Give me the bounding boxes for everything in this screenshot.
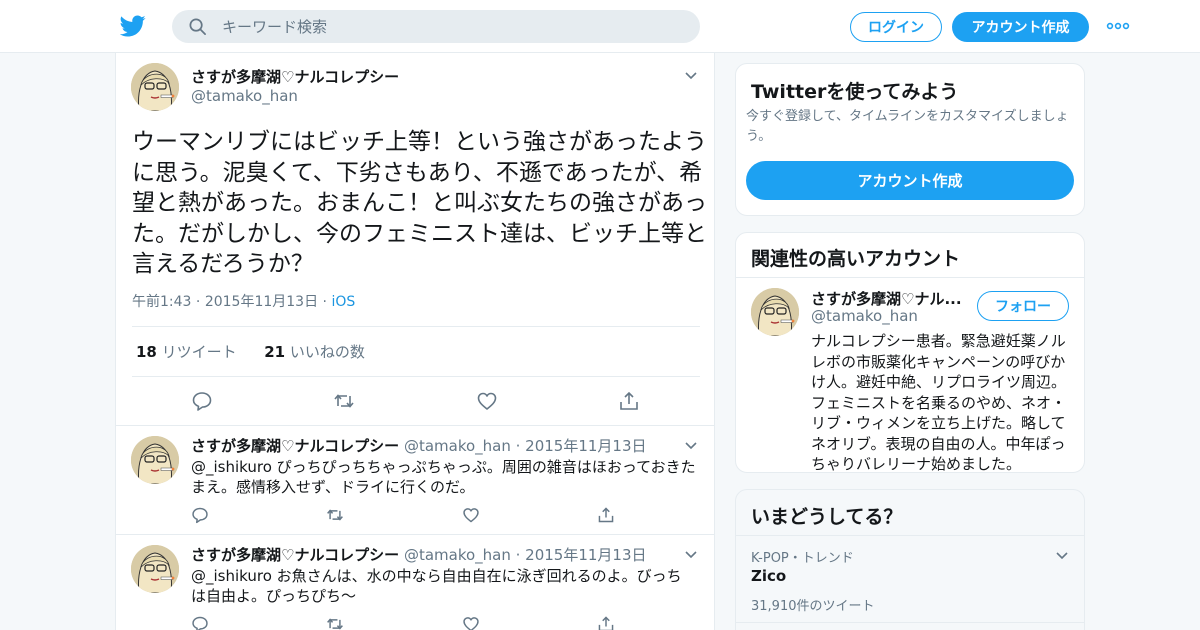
meta-separator: · xyxy=(510,546,526,564)
share-icon[interactable] xyxy=(597,615,615,630)
author-name[interactable]: さすが多摩湖♡ナルコレプシー xyxy=(191,66,399,87)
signup-card-title: Twitterを使ってみよう xyxy=(751,81,959,103)
tweet-meta: 午前1:43 · 2015年11月13日 · iOS xyxy=(132,291,355,311)
reply-header: さすが多摩湖♡ナルコレプシー @tamako_han · 2015年11月13日 xyxy=(191,544,647,565)
like-count[interactable]: 21 xyxy=(264,343,285,361)
chevron-down-icon[interactable] xyxy=(684,441,698,451)
reply-icon[interactable] xyxy=(191,615,209,630)
trend-meta: K-POP・トレンド xyxy=(751,551,854,566)
reply-tweet[interactable]: さすが多摩湖♡ナルコレプシー @tamako_han · 2015年11月13日… xyxy=(116,425,714,535)
divider xyxy=(132,376,700,377)
retweet-icon[interactable] xyxy=(333,390,355,412)
tweet-date[interactable]: 2015年11月13日 xyxy=(205,294,318,310)
chevron-down-icon[interactable] xyxy=(684,550,698,560)
meta-separator: · xyxy=(191,294,205,310)
divider xyxy=(736,622,1084,623)
avatar-illustration xyxy=(131,63,179,111)
create-account-button[interactable]: アカウント作成 xyxy=(746,161,1074,200)
related-accounts-card: 関連性の高いアカウント さすが多摩湖♡ナル... @tamako_han フォロ… xyxy=(735,232,1085,473)
account-bio: ナルコレプシー患者。緊急避妊薬ノルレボの市販薬化キャンペーンの呼びかけ人。避妊中… xyxy=(811,332,1067,473)
share-icon[interactable] xyxy=(618,390,640,412)
retweet-icon[interactable] xyxy=(326,506,344,524)
chevron-down-icon[interactable] xyxy=(684,71,698,81)
timeline-column: さすが多摩湖♡ナルコレプシー @tamako_han ウーマンリブにはビッチ上等… xyxy=(115,53,715,630)
divider xyxy=(736,535,1084,536)
avatar-illustration xyxy=(131,436,179,484)
tweet-time[interactable]: 午前1:43 xyxy=(132,294,191,310)
tweet-source-link[interactable]: iOS xyxy=(331,294,355,310)
share-icon[interactable] xyxy=(597,506,615,524)
author-handle[interactable]: @tamako_han xyxy=(191,87,298,105)
like-heart-icon[interactable] xyxy=(462,615,480,630)
search-input[interactable] xyxy=(222,10,682,43)
trends-card-title: いまどうしてる？ xyxy=(751,506,903,528)
top-bar: ログイン アカウント作成 xyxy=(0,0,1200,53)
trend-tweet-count: 31,910件のツイート xyxy=(751,599,875,614)
follow-button[interactable]: フォロー xyxy=(977,291,1069,321)
twitter-bird-icon[interactable] xyxy=(120,13,146,39)
avatar-illustration xyxy=(751,288,799,336)
meta-separator: · xyxy=(510,437,526,455)
avatar[interactable] xyxy=(131,545,179,593)
retweet-icon[interactable] xyxy=(326,615,344,630)
account-handle[interactable]: @tamako_han xyxy=(811,307,918,325)
related-card-title: 関連性の高いアカウント xyxy=(751,248,961,270)
reply-icon[interactable] xyxy=(191,506,209,524)
tweet-text: ウーマンリブにはビッチ上等！という強さがあったように思う。泥臭くて、下劣さもあり… xyxy=(132,129,707,277)
more-options-icon[interactable] xyxy=(1106,18,1130,34)
reply-text: @_ishikuro お魚さんは、水の中なら自由自在に泳ぎ回れるのよ。びっちは自… xyxy=(191,567,682,605)
login-button[interactable]: ログイン xyxy=(850,12,942,42)
avatar[interactable] xyxy=(131,63,179,111)
search-icon xyxy=(189,18,206,35)
divider xyxy=(132,326,700,327)
reply-header: さすが多摩湖♡ナルコレプシー @tamako_han · 2015年11月13日 xyxy=(191,435,647,456)
tweet-stats: 18 リツイート 21 いいねの数 xyxy=(136,341,365,362)
search-box[interactable] xyxy=(172,10,700,43)
account-name[interactable]: さすが多摩湖♡ナル... xyxy=(811,288,962,309)
signup-button[interactable]: アカウント作成 xyxy=(952,12,1089,42)
avatar[interactable] xyxy=(131,436,179,484)
like-heart-icon[interactable] xyxy=(476,390,498,412)
chevron-down-icon[interactable] xyxy=(1055,551,1069,561)
meta-separator: · xyxy=(318,294,332,310)
trends-card: いまどうしてる？ K-POP・トレンド Zico 31,910件のツイート xyxy=(735,489,1085,630)
signup-card: Twitterを使ってみよう 今すぐ登録して、タイムラインをカスタマイズしましょ… xyxy=(735,63,1085,216)
author-handle[interactable]: @tamako_han xyxy=(404,437,511,455)
author-handle[interactable]: @tamako_han xyxy=(404,546,511,564)
divider xyxy=(736,277,1084,278)
reply-text: @_ishikuro ぴっちぴっちちゃっぷちゃっぷ。周囲の雑音はほおっておきたま… xyxy=(191,458,696,496)
tweet-date[interactable]: 2015年11月13日 xyxy=(525,546,646,564)
signup-card-subtitle: 今すぐ登録して、タイムラインをカスタマイズしましょう。 xyxy=(746,109,1069,144)
author-name[interactable]: さすが多摩湖♡ナルコレプシー xyxy=(191,546,399,564)
reply-tweet[interactable]: さすが多摩湖♡ナルコレプシー @tamako_han · 2015年11月13日… xyxy=(116,534,714,630)
avatar-illustration xyxy=(131,545,179,593)
author-name[interactable]: さすが多摩湖♡ナルコレプシー xyxy=(191,437,399,455)
reply-icon[interactable] xyxy=(191,390,213,412)
trend-name[interactable]: Zico xyxy=(751,567,786,585)
like-label[interactable]: いいねの数 xyxy=(290,343,365,361)
retweet-count[interactable]: 18 xyxy=(136,343,157,361)
tweet-date[interactable]: 2015年11月13日 xyxy=(525,437,646,455)
retweet-label[interactable]: リツイート xyxy=(162,343,237,361)
like-heart-icon[interactable] xyxy=(462,506,480,524)
avatar[interactable] xyxy=(751,288,799,336)
